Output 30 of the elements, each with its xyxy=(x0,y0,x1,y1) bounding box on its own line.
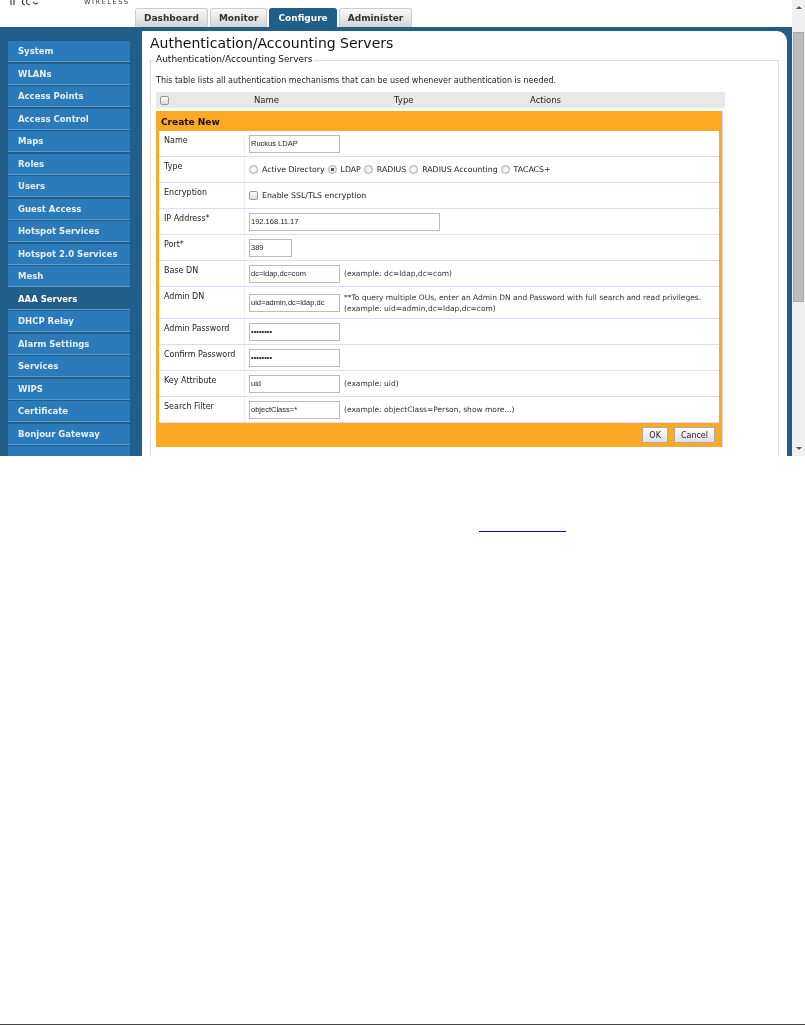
section-legend: Authentication/Accounting Servers xyxy=(154,54,315,64)
section-description: This table lists all authentication mechanisms that can be used whenever authentication is needed. xyxy=(156,75,557,87)
cancel-button[interactable]: Cancel xyxy=(673,427,715,443)
sidebar-item[interactable]: Access Control xyxy=(8,108,130,130)
sidebar-item[interactable]: Bonjour Gateway xyxy=(8,423,130,445)
ok-button[interactable]: OK xyxy=(642,427,668,443)
sidebar-item[interactable]: Users xyxy=(8,176,130,197)
nav-tab[interactable]: Dashboard xyxy=(135,8,208,27)
sidebar-item[interactable]: WIPS xyxy=(8,378,130,400)
form-title: Create New xyxy=(160,116,221,129)
sidebar-item[interactable]: WLANs xyxy=(8,63,130,85)
sidebar-item[interactable]: Hotspot Services xyxy=(8,221,130,242)
column-header: Actions xyxy=(530,95,562,105)
sidebar-item[interactable]: Alarm Settings xyxy=(8,333,130,355)
sidebar-item[interactable]: Maps xyxy=(8,131,130,152)
sidebar-item[interactable]: Access Points xyxy=(8,86,130,107)
sidebar-item[interactable]: Hotspot 2.0 Services xyxy=(8,243,130,265)
column-header: Name xyxy=(254,95,280,105)
sidebar-item[interactable]: Mesh xyxy=(8,266,130,287)
nav-tab[interactable]: Monitor xyxy=(209,8,268,27)
nav-tab[interactable]: Configure xyxy=(269,8,337,27)
sidebar-item[interactable]: System xyxy=(8,41,130,62)
page-title: Authentication/Accounting Servers xyxy=(150,34,395,52)
sidebar-item[interactable]: Certificate xyxy=(8,401,130,422)
sidebar-item[interactable]: DHCP Relay xyxy=(8,311,130,332)
nav-tab[interactable]: Administer xyxy=(338,8,413,27)
column-header: Type xyxy=(394,95,414,105)
sidebar-item[interactable]: Roles xyxy=(8,153,130,175)
sidebar-item[interactable]: Guest Access xyxy=(8,198,130,220)
sidebar-item[interactable]: Services xyxy=(8,356,130,377)
